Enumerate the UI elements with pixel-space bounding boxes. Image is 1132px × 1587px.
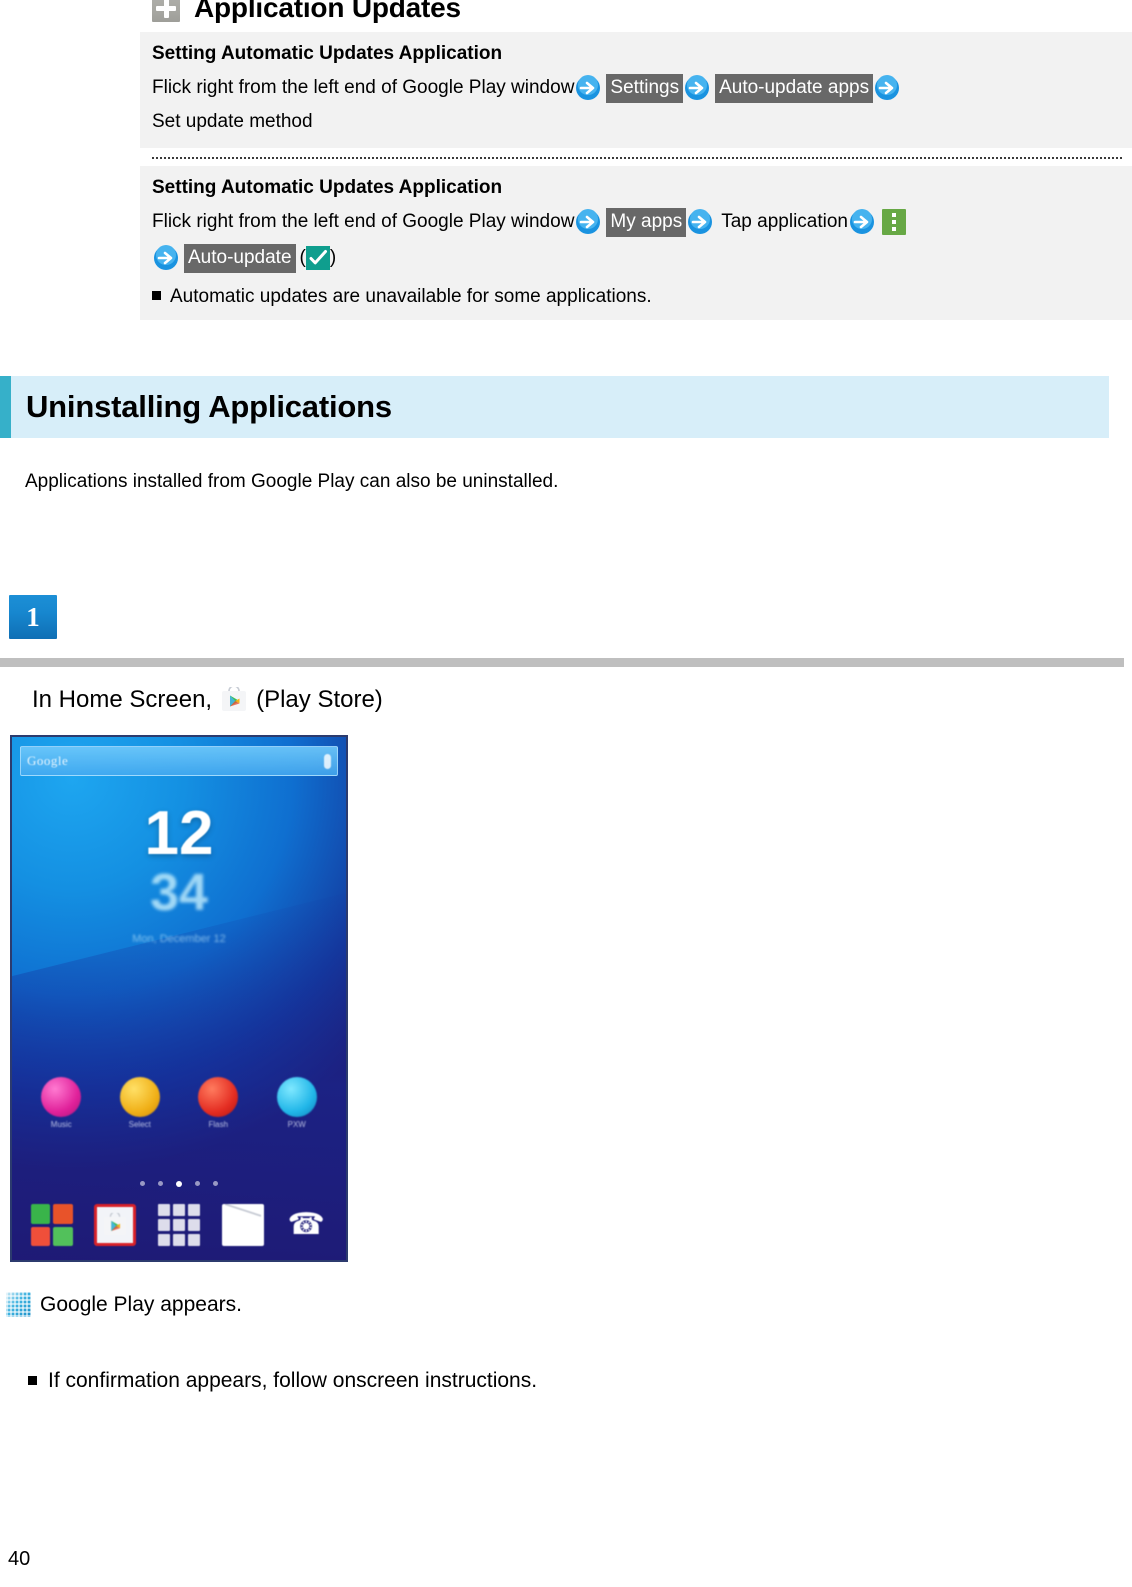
page-dot[interactable] xyxy=(195,1181,200,1186)
clock-widget-hour: 12 xyxy=(144,799,214,868)
plus-box-icon xyxy=(152,0,180,22)
section-description: Applications installed from Google Play … xyxy=(25,471,559,492)
key-my-apps[interactable]: My apps xyxy=(606,207,687,237)
home-app-label: Music xyxy=(50,1120,72,1129)
info-box-1-step-text: Flick right from the left end of Google … xyxy=(152,77,575,98)
section-banner: Uninstalling Applications xyxy=(0,376,1109,438)
step-instruction: In Home Screen, (Play Store) xyxy=(32,685,383,714)
app-drawer-icon[interactable] xyxy=(157,1204,200,1246)
home-app-label: Flash xyxy=(208,1120,229,1129)
home-screen-screenshot: Google 12 34 Mon, December 12 Music Sele… xyxy=(10,735,348,1262)
mail-icon[interactable] xyxy=(221,1204,264,1246)
play-store-icon-highlighted[interactable] xyxy=(94,1204,137,1246)
teal-checkbox-icon[interactable] xyxy=(305,246,330,270)
key-auto-update[interactable]: Auto-update xyxy=(184,243,296,273)
screen-thumbnail-icon xyxy=(6,1292,31,1317)
pxw-icon xyxy=(276,1077,317,1117)
key-auto-update-apps[interactable]: Auto-update apps xyxy=(715,73,874,103)
info-box-setting-automatic-updates-1: Setting Automatic Updates Application Fl… xyxy=(140,32,1132,148)
section-title: Uninstalling Applications xyxy=(26,389,392,424)
step-result-text: Google Play appears. xyxy=(40,1292,242,1316)
key-settings[interactable]: Settings xyxy=(606,73,684,103)
clock-widget-minutes: 34 xyxy=(150,864,208,922)
info-box-2-note: Automatic updates are unavailable for so… xyxy=(152,282,1132,312)
home-app-select[interactable]: Select xyxy=(112,1077,168,1129)
home-screen-dock: ☎ xyxy=(12,1204,346,1246)
info-box-1-steps: Flick right from the left end of Google … xyxy=(152,70,1132,106)
paren-close: ) xyxy=(329,247,337,268)
home-app-pxw[interactable]: PXW xyxy=(269,1077,325,1129)
step-note-text: If confirmation appears, follow onscreen… xyxy=(48,1369,538,1392)
phone-icon[interactable]: ☎ xyxy=(285,1204,327,1246)
blue-arrow-icon xyxy=(849,209,875,235)
blue-arrow-icon xyxy=(874,75,900,101)
dotted-separator xyxy=(152,157,1122,159)
info-box-2-steps-row1: Flick right from the left end of Google … xyxy=(152,204,1132,240)
microphone-icon[interactable] xyxy=(324,753,331,769)
info-box-setting-automatic-updates-2: Setting Automatic Updates Application Fl… xyxy=(140,166,1132,320)
info-box-2-steps-row2: Auto-update ( ) xyxy=(152,240,1132,276)
home-app-label: Select xyxy=(128,1120,151,1129)
page-dot[interactable] xyxy=(140,1181,145,1186)
info-box-2-step-text: Flick right from the left end of Google … xyxy=(152,211,575,232)
page-dot[interactable] xyxy=(213,1181,218,1186)
page-number: 40 xyxy=(8,1548,31,1570)
step-instruction-prefix: In Home Screen, xyxy=(32,686,213,713)
banner-accent-bar xyxy=(0,376,11,438)
info-box-2-tap-application-text: Tap application xyxy=(721,211,848,232)
select-icon xyxy=(119,1077,160,1117)
home-app-music[interactable]: Music xyxy=(33,1077,89,1129)
step-result: Google Play appears. xyxy=(6,1292,242,1317)
page-dot-active[interactable] xyxy=(176,1181,182,1187)
blue-arrow-icon xyxy=(684,75,710,101)
page-title: Application Updates xyxy=(194,0,461,23)
square-bullet-icon xyxy=(28,1376,37,1385)
music-icon xyxy=(41,1077,82,1117)
green-overflow-menu-icon[interactable] xyxy=(882,209,906,235)
blue-arrow-icon xyxy=(575,209,601,235)
clock-widget-date: Mon, December 12 xyxy=(132,933,226,945)
blue-arrow-icon xyxy=(687,209,713,235)
info-box-2-title: Setting Automatic Updates Application xyxy=(152,177,503,198)
page-dot[interactable] xyxy=(158,1181,163,1186)
document-heading: Application Updates xyxy=(152,0,461,22)
home-screen-app-row: Music Select Flash PXW xyxy=(12,1077,346,1129)
play-store-icon xyxy=(221,685,247,713)
flash-icon xyxy=(198,1077,239,1117)
search-bar-label: Google xyxy=(27,753,69,768)
info-box-1-trailing-text: Set update method xyxy=(152,111,313,132)
square-bullet-icon xyxy=(152,291,161,300)
home-app-flash[interactable]: Flash xyxy=(190,1077,246,1129)
home-app-label: PXW xyxy=(287,1120,306,1129)
step-instruction-suffix: (Play Store) xyxy=(256,686,383,713)
info-box-1-title: Setting Automatic Updates Application xyxy=(152,43,503,64)
blue-arrow-icon xyxy=(575,75,601,101)
info-box-2-note-text: Automatic updates are unavailable for so… xyxy=(170,286,652,307)
step-number-badge: 1 xyxy=(9,595,57,639)
google-search-bar[interactable]: Google xyxy=(20,746,338,776)
horizontal-rule xyxy=(0,658,1124,667)
home-screen-page-indicator xyxy=(12,1181,346,1187)
step-note: If confirmation appears, follow onscreen… xyxy=(28,1369,537,1393)
widgets-icon[interactable] xyxy=(30,1204,73,1246)
blue-arrow-icon xyxy=(153,245,179,271)
